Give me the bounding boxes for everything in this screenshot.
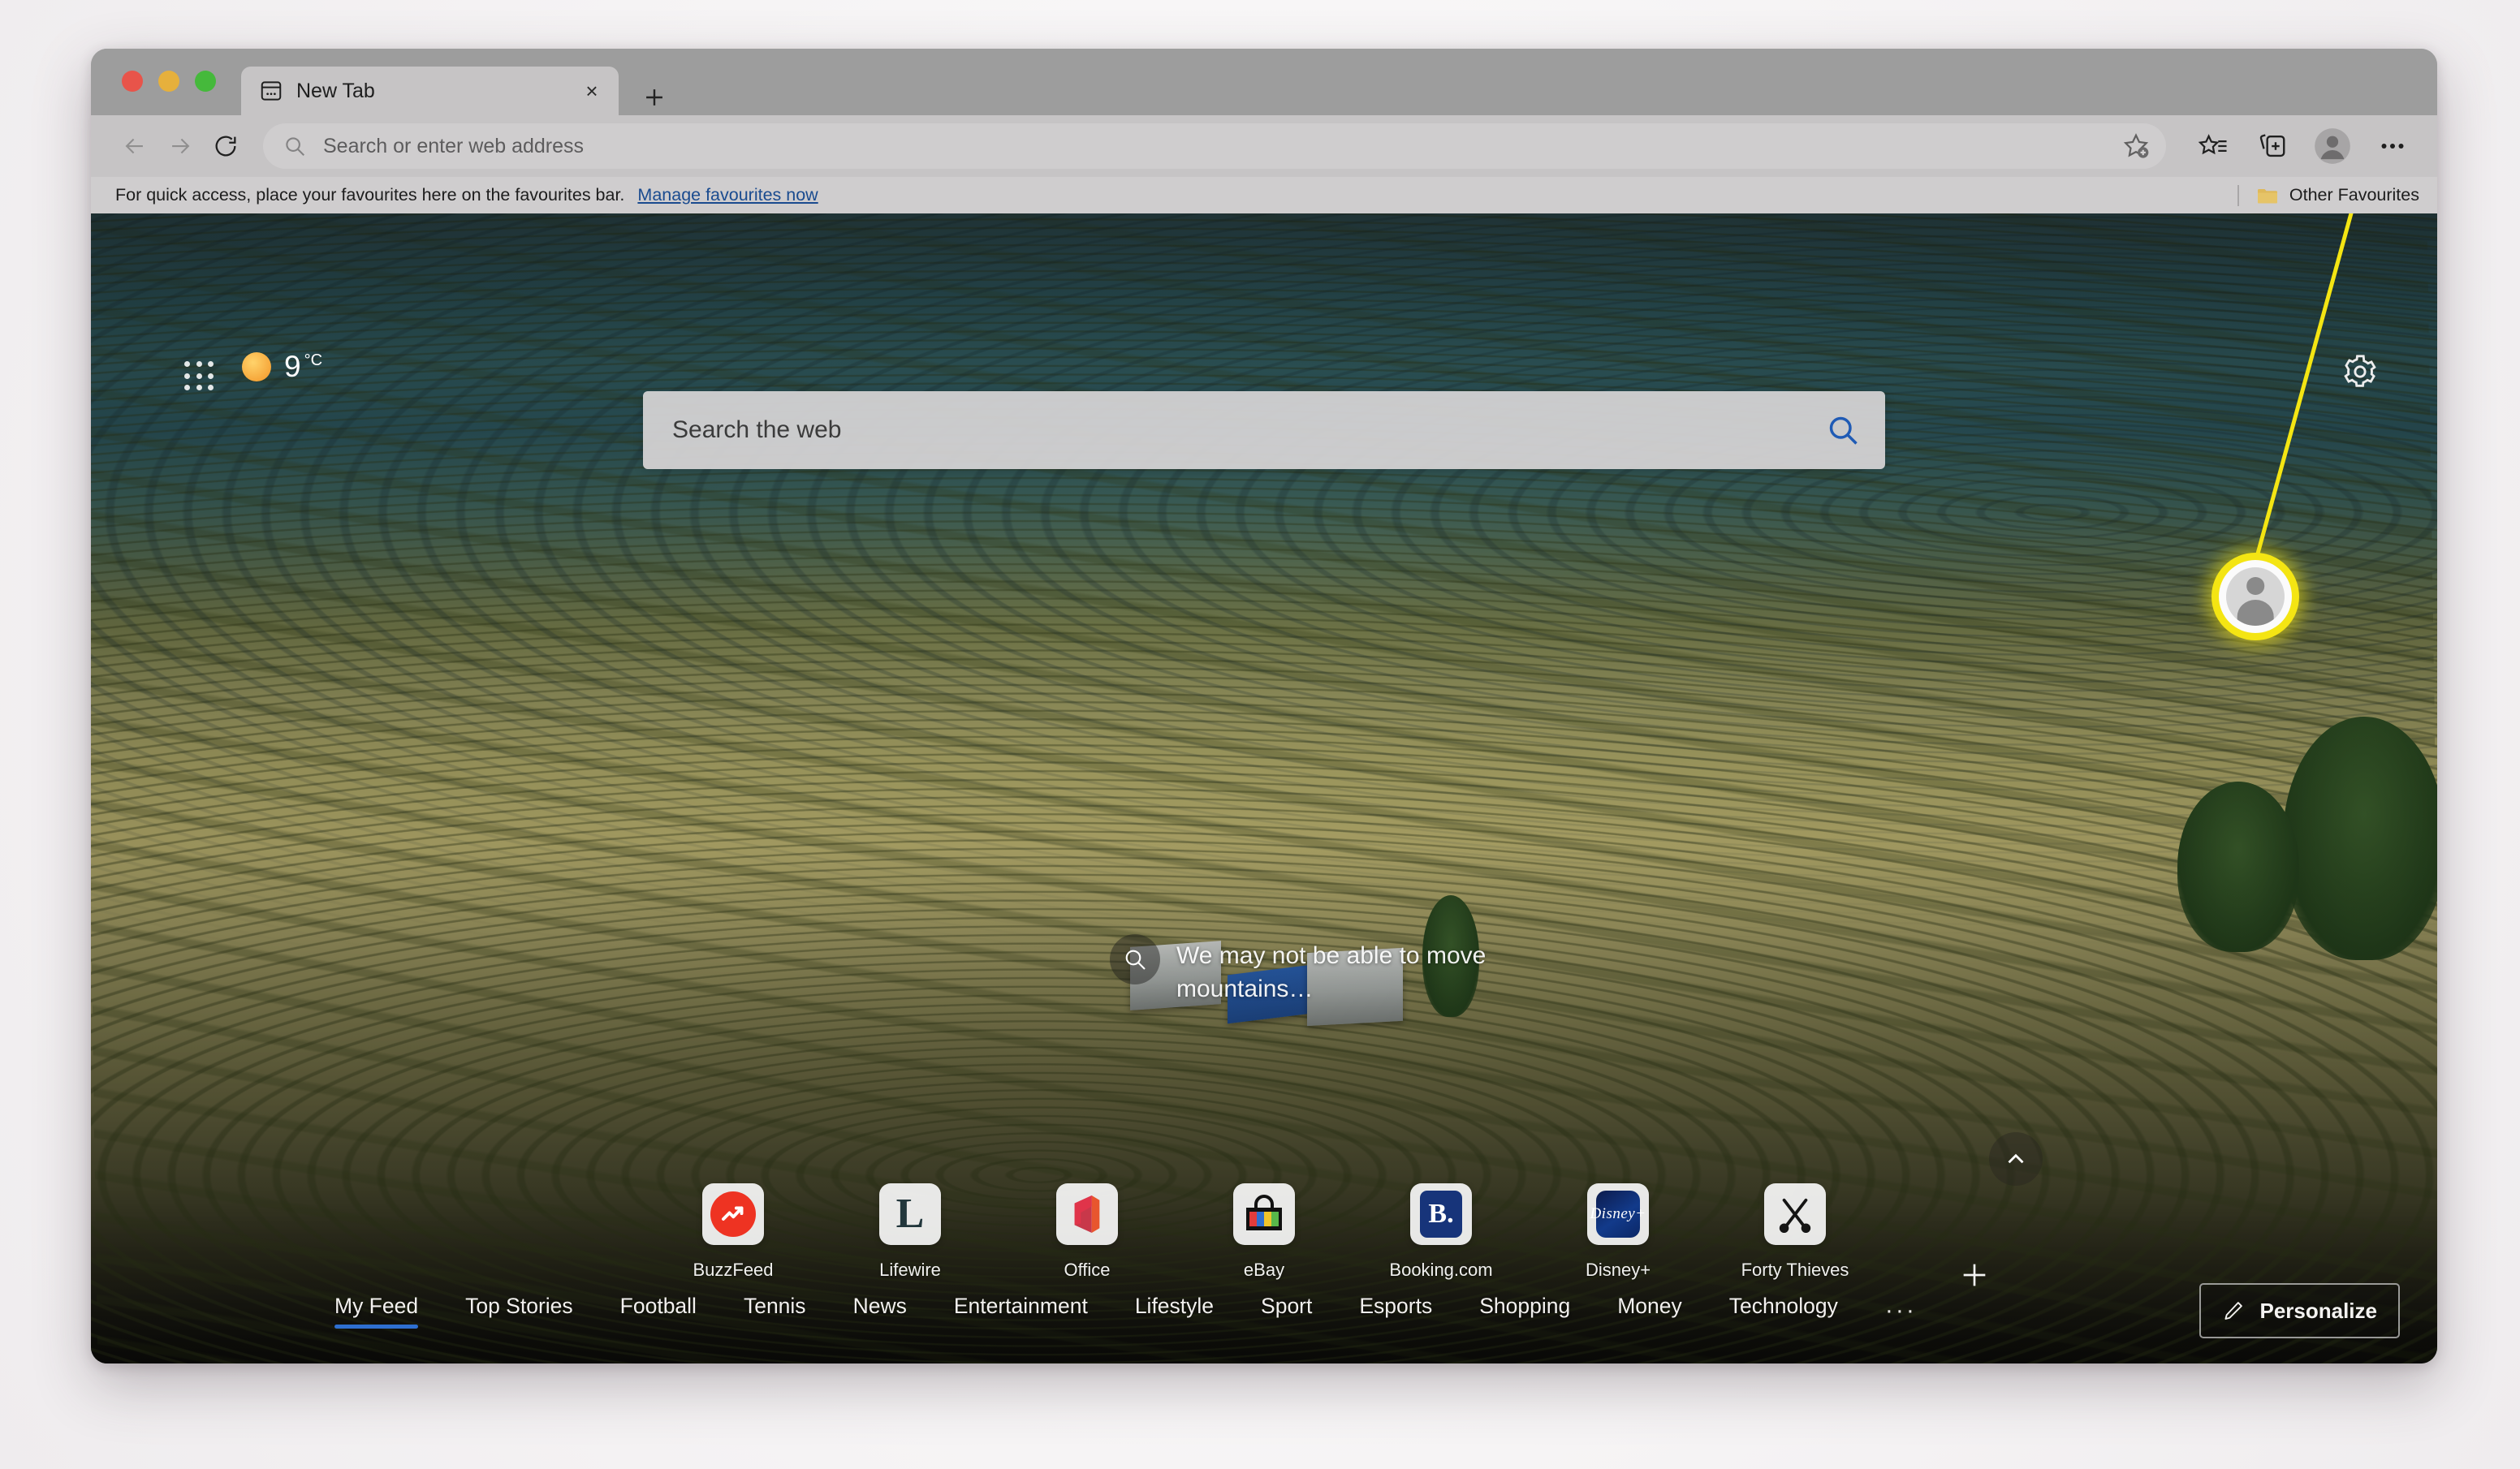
feed-tab-football[interactable]: Football (620, 1294, 697, 1329)
search-input[interactable]: Search the web (672, 416, 1825, 444)
feed-navigation-bar: My Feed Top Stories Football Tennis News… (91, 1258, 2437, 1363)
favourites-list-icon[interactable] (2189, 123, 2236, 170)
feed-tab-my-feed[interactable]: My Feed (334, 1294, 418, 1329)
feed-nav-items: My Feed Top Stories Football Tennis News… (334, 1294, 1917, 1329)
back-arrow-icon[interactable] (112, 123, 158, 169)
search-the-web-box[interactable]: Search the web (643, 391, 1885, 469)
feed-tab-news[interactable]: News (853, 1294, 907, 1329)
collections-icon[interactable] (2249, 123, 2296, 170)
window-controls (122, 71, 216, 92)
sun-icon (242, 352, 271, 381)
feed-tab-sport[interactable]: Sport (1261, 1294, 1312, 1329)
highlighted-profile-avatar[interactable] (2211, 553, 2299, 640)
feed-tab-top-stories[interactable]: Top Stories (465, 1294, 573, 1329)
disney-plus-icon: Disney+ (1587, 1183, 1649, 1245)
search-icon[interactable] (1825, 412, 1861, 448)
feed-tab-tennis[interactable]: Tennis (744, 1294, 806, 1329)
buzzfeed-icon (702, 1183, 764, 1245)
search-icon (283, 134, 307, 158)
new-tab-page-icon (259, 79, 283, 103)
weather-temperature: 9 (284, 350, 301, 383)
browser-tab[interactable]: New Tab × (241, 67, 619, 115)
new-tab-button[interactable] (636, 80, 672, 115)
other-favourites-button[interactable]: Other Favourites (2237, 185, 2419, 206)
feed-tab-money[interactable]: Money (1617, 1294, 1682, 1329)
feed-tab-entertainment[interactable]: Entertainment (954, 1294, 1088, 1329)
new-tab-page: 9°C Search the web (91, 213, 2437, 1363)
more-ellipsis-icon[interactable] (2369, 123, 2416, 170)
address-bar[interactable]: Search or enter web address (263, 123, 2166, 169)
other-favourites-label: Other Favourites (2289, 185, 2419, 205)
weather-unit: °C (304, 351, 322, 369)
feed-more-icon[interactable]: ··· (1885, 1297, 1917, 1325)
feed-tab-lifestyle[interactable]: Lifestyle (1135, 1294, 1214, 1329)
add-favourite-star-icon[interactable] (2121, 131, 2151, 162)
favourites-bar: For quick access, place your favourites … (91, 177, 2437, 213)
forty-thieves-icon (1764, 1183, 1826, 1245)
browser-window: New Tab × (91, 49, 2437, 1363)
tab-strip: New Tab × (91, 49, 2437, 115)
office-icon (1056, 1183, 1118, 1245)
personalize-button[interactable]: Personalize (2199, 1283, 2400, 1338)
feed-tab-esports[interactable]: Esports (1359, 1294, 1432, 1329)
booking-icon: B. (1410, 1183, 1472, 1245)
chevron-up-icon[interactable] (1989, 1132, 2043, 1186)
quote-text: We may not be able to move mountains… (1176, 939, 1564, 1006)
refresh-icon[interactable] (203, 123, 248, 169)
gear-icon[interactable] (2341, 353, 2379, 390)
ebay-icon (1233, 1183, 1295, 1245)
weather-widget[interactable]: 9°C (242, 351, 322, 381)
lifewire-icon: L (879, 1183, 941, 1245)
close-window-button[interactable] (122, 71, 143, 92)
search-badge-icon[interactable] (1110, 934, 1160, 984)
address-bar-placeholder: Search or enter web address (323, 135, 2121, 158)
background-image-quote[interactable]: We may not be able to move mountains… (1110, 934, 1564, 1006)
feed-tab-technology[interactable]: Technology (1729, 1294, 1838, 1329)
minimize-window-button[interactable] (158, 71, 179, 92)
personalize-label: Personalize (2259, 1299, 2377, 1324)
profile-avatar-icon[interactable] (2309, 123, 2356, 170)
browser-toolbar: Search or enter web address (91, 115, 2437, 177)
forward-arrow-icon[interactable] (158, 123, 203, 169)
close-icon[interactable]: × (578, 77, 606, 105)
app-launcher-icon[interactable] (184, 361, 215, 392)
profile-avatar-icon (2226, 567, 2285, 626)
divider (2237, 185, 2239, 206)
avatar-shoulders (2237, 600, 2274, 626)
pencil-icon (2222, 1299, 2245, 1322)
favourites-hint: For quick access, place your favourites … (115, 185, 624, 205)
feed-tab-shopping[interactable]: Shopping (1479, 1294, 1570, 1329)
avatar-head (2246, 577, 2264, 595)
manage-favourites-link[interactable]: Manage favourites now (637, 185, 818, 205)
folder-icon (2257, 187, 2278, 205)
tab-title: New Tab (296, 80, 578, 103)
maximize-window-button[interactable] (195, 71, 216, 92)
